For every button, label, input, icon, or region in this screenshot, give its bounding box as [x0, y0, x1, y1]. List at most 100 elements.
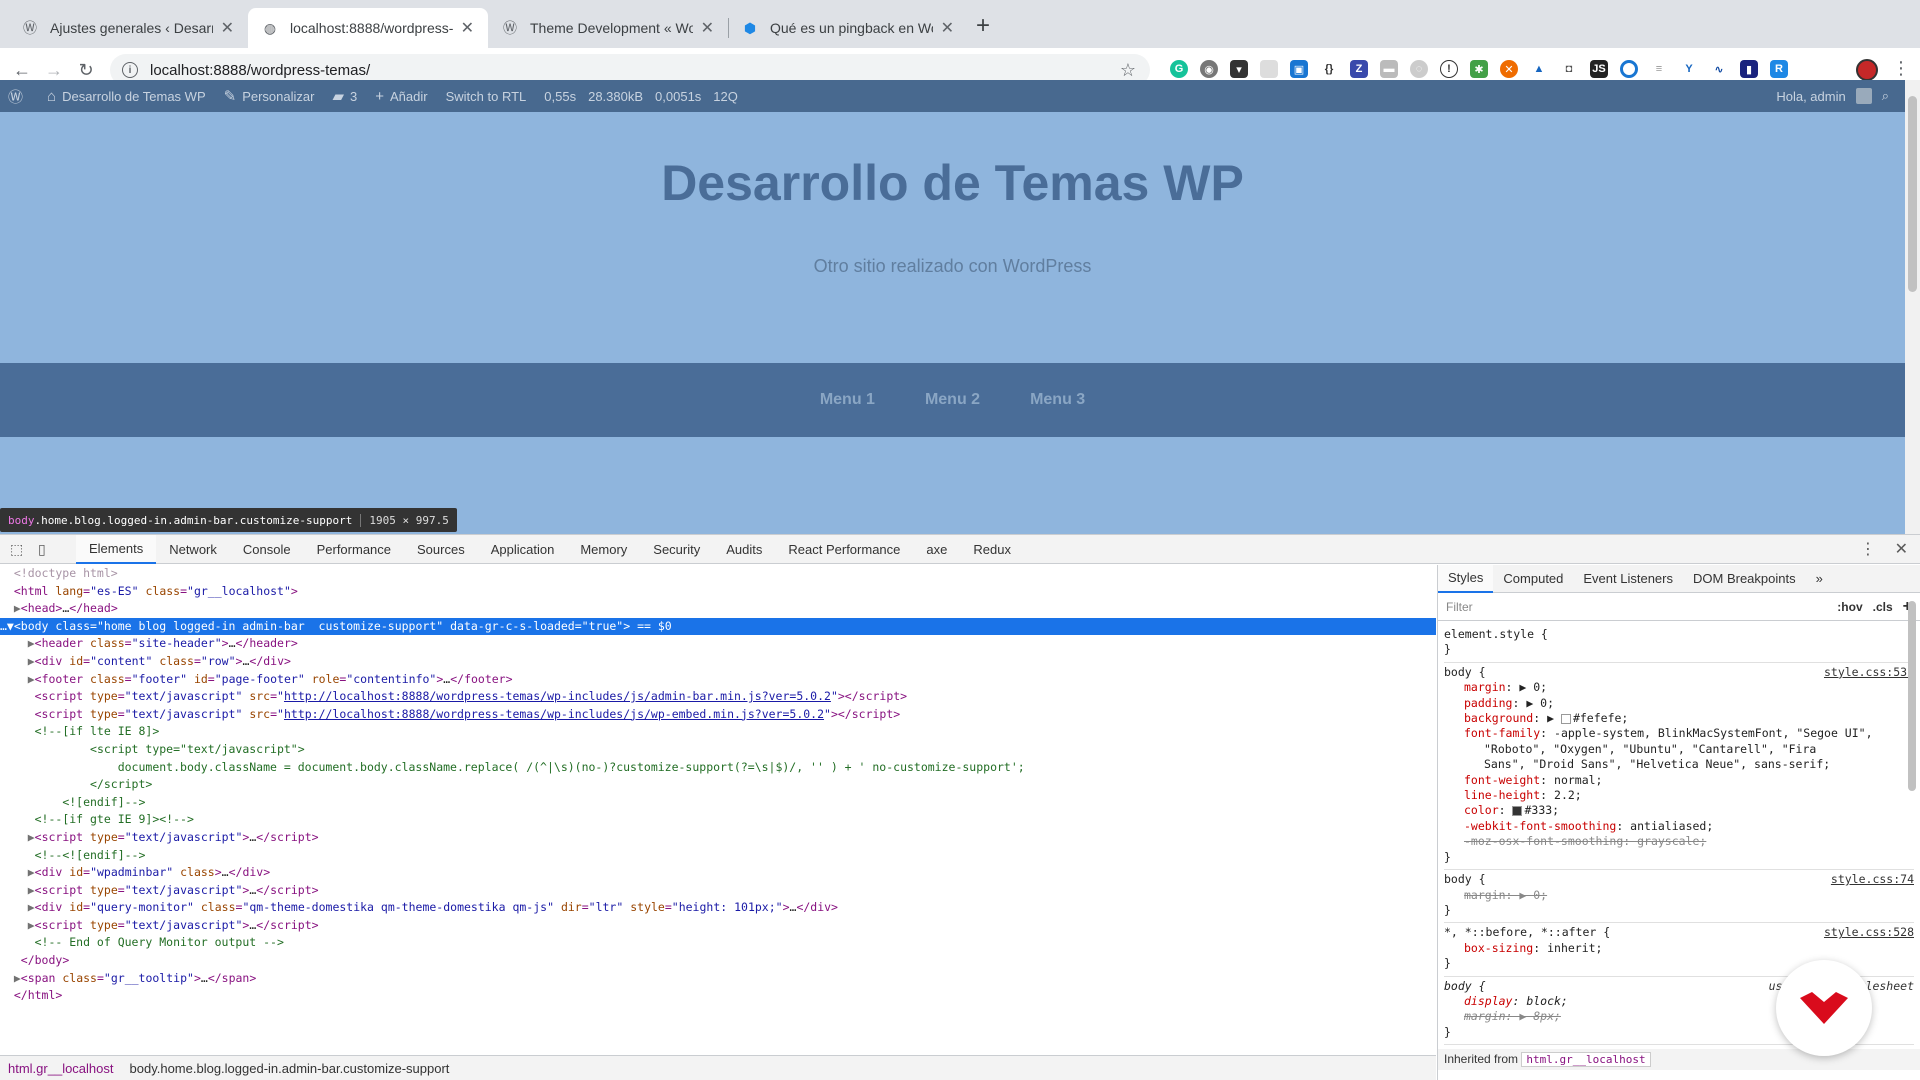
- qm-memory[interactable]: 28.380kB: [588, 89, 643, 104]
- more-tabs-icon[interactable]: »: [1806, 565, 1833, 593]
- close-icon[interactable]: ✕: [461, 18, 474, 38]
- breadcrumb-html[interactable]: html.gr__localhost: [0, 1061, 122, 1076]
- devtools-close-icon[interactable]: ✕: [1895, 539, 1908, 559]
- tab-performance[interactable]: Performance: [304, 535, 404, 564]
- admin-bar-add-new[interactable]: + Añadir: [375, 88, 427, 105]
- dom-node[interactable]: <script type="text/javascript">: [0, 741, 1436, 759]
- color-swatch[interactable]: [1560, 713, 1571, 724]
- extension-icon[interactable]: Y: [1680, 60, 1698, 78]
- admin-greeting[interactable]: Hola, admin: [1776, 89, 1845, 104]
- css-rule[interactable]: body {style.css:532 margin: ▶ 0; padding…: [1444, 663, 1914, 871]
- cls-button[interactable]: .cls: [1873, 600, 1893, 614]
- dom-node[interactable]: ▶<script type="text/javascript">…</scrip…: [0, 882, 1436, 900]
- close-icon[interactable]: ✕: [701, 18, 714, 38]
- close-icon[interactable]: ✕: [221, 18, 234, 38]
- extension-icon[interactable]: JS: [1590, 60, 1608, 78]
- dom-node[interactable]: <script type="text/javascript" src="http…: [0, 688, 1436, 706]
- tab-axe[interactable]: axe: [913, 535, 960, 564]
- dom-node[interactable]: <!--[if lte IE 8]>: [0, 723, 1436, 741]
- extension-icon[interactable]: [1260, 60, 1278, 78]
- tab-computed[interactable]: Computed: [1493, 565, 1573, 593]
- dom-node[interactable]: document.body.className = document.body.…: [0, 759, 1436, 777]
- extension-icon[interactable]: [1620, 60, 1638, 78]
- extension-icon[interactable]: ◌: [1410, 60, 1428, 78]
- page-scrollbar[interactable]: [1905, 80, 1920, 534]
- dom-node[interactable]: ▶<header class="site-header">…</header>: [0, 635, 1436, 653]
- tab-styles[interactable]: Styles: [1438, 565, 1494, 593]
- tab-dom-breakpoints[interactable]: DOM Breakpoints: [1683, 565, 1806, 593]
- menu-item-3[interactable]: Menu 3: [1030, 391, 1085, 409]
- dom-node[interactable]: <html lang="es-ES" class="gr__localhost"…: [0, 583, 1436, 601]
- tab-application[interactable]: Application: [478, 535, 568, 564]
- inherited-tag-pill[interactable]: html.gr__localhost: [1521, 1052, 1651, 1068]
- styles-scrollbar[interactable]: [1908, 595, 1918, 1051]
- close-icon[interactable]: ✕: [941, 18, 954, 38]
- tab-security[interactable]: Security: [640, 535, 713, 564]
- tab-audits[interactable]: Audits: [713, 535, 775, 564]
- tab-network[interactable]: Network: [156, 535, 230, 564]
- css-rule[interactable]: element.style { }: [1444, 625, 1914, 663]
- color-swatch[interactable]: [1512, 805, 1523, 816]
- pocket-extension-icon[interactable]: ▾: [1230, 60, 1248, 78]
- profile-avatar[interactable]: [1856, 59, 1878, 81]
- browser-tab-theme-dev[interactable]: Ⓦ Theme Development « WordPr ✕: [488, 8, 728, 48]
- extension-icon[interactable]: ∿: [1710, 60, 1728, 78]
- browser-tab-pingback[interactable]: ⬢ Qué es un pingback en Wordp ✕: [728, 8, 968, 48]
- dom-node[interactable]: ▶<footer class="footer" id="page-footer"…: [0, 671, 1436, 689]
- scrollbar-thumb[interactable]: [1908, 96, 1917, 292]
- dom-node[interactable]: <!-- End of Query Monitor output -->: [0, 934, 1436, 952]
- extension-icon[interactable]: ▲: [1530, 60, 1548, 78]
- menu-item-2[interactable]: Menu 2: [925, 391, 980, 409]
- admin-bar-rtl[interactable]: Switch to RTL: [446, 89, 527, 104]
- dom-node[interactable]: <!doctype html>: [0, 565, 1436, 583]
- rule-source-link[interactable]: style.css:528: [1824, 925, 1914, 940]
- admin-bar-customize[interactable]: ✎ Personalizar: [224, 87, 315, 105]
- dom-node[interactable]: <!--<![endif]-->: [0, 847, 1436, 865]
- tab-memory[interactable]: Memory: [567, 535, 640, 564]
- dom-node[interactable]: ▶<script type="text/javascript">…</scrip…: [0, 917, 1436, 935]
- qm-time[interactable]: 0,55s: [544, 89, 576, 104]
- dom-node[interactable]: <script type="text/javascript" src="http…: [0, 706, 1436, 724]
- star-icon[interactable]: ☆: [1120, 60, 1136, 81]
- filter-input[interactable]: Filter: [1446, 600, 1827, 614]
- json-extension-icon[interactable]: {}: [1320, 60, 1338, 78]
- dom-node[interactable]: ▶<div id="content" class="row">…</div>: [0, 653, 1436, 671]
- dom-node[interactable]: ▶<span class="gr__tooltip">…</span>: [0, 970, 1436, 988]
- tab-console[interactable]: Console: [230, 535, 304, 564]
- elements-dom-tree[interactable]: <!doctype html> <html lang="es-ES" class…: [0, 565, 1436, 1051]
- extension-icon[interactable]: ≡: [1650, 60, 1668, 78]
- breadcrumb-body[interactable]: body.home.blog.logged-in.admin-bar.custo…: [122, 1061, 458, 1076]
- new-tab-button[interactable]: +: [976, 12, 990, 40]
- menu-item-1[interactable]: Menu 1: [820, 391, 875, 409]
- extension-icon[interactable]: ▣: [1290, 60, 1308, 78]
- devtools-menu-icon[interactable]: ⋮: [1860, 539, 1876, 559]
- wordpress-logo-icon[interactable]: Ⓦ: [8, 86, 29, 107]
- admin-bar-comments[interactable]: ▰ 3: [332, 87, 357, 105]
- qm-queries[interactable]: 12Q: [713, 89, 738, 104]
- rule-source-link[interactable]: style.css:74: [1831, 872, 1914, 887]
- extension-icon[interactable]: ◉: [1200, 60, 1218, 78]
- dom-node[interactable]: ▶<head>…</head>: [0, 600, 1436, 618]
- device-toolbar-icon[interactable]: ▯: [38, 541, 56, 558]
- site-title[interactable]: Desarrollo de Temas WP: [0, 154, 1905, 212]
- admin-bar-site-name[interactable]: ⌂ Desarrollo de Temas WP: [47, 88, 206, 105]
- dom-node[interactable]: </body>: [0, 952, 1436, 970]
- dom-node[interactable]: <![endif]-->: [0, 794, 1436, 812]
- tab-elements[interactable]: Elements: [76, 534, 157, 564]
- extension-icon[interactable]: ✱: [1470, 60, 1488, 78]
- dom-node[interactable]: </script>: [0, 776, 1436, 794]
- scrollbar-thumb[interactable]: [1908, 601, 1916, 791]
- dom-node[interactable]: ▶<script type="text/javascript">…</scrip…: [0, 829, 1436, 847]
- tab-react-performance[interactable]: React Performance: [775, 535, 913, 564]
- dom-node-selected[interactable]: …▼<body class="home blog logged-in admin…: [0, 617, 1436, 636]
- search-icon[interactable]: ⌕: [1882, 88, 1889, 104]
- rule-source-link[interactable]: style.css:532: [1824, 665, 1914, 680]
- avatar[interactable]: [1855, 88, 1872, 104]
- menu-kebab-icon[interactable]: ⋮: [1892, 58, 1910, 79]
- grammarly-extension-icon[interactable]: G: [1170, 60, 1188, 78]
- dom-node[interactable]: </html>: [0, 987, 1436, 1005]
- extension-icon[interactable]: ▮: [1740, 60, 1758, 78]
- url-text[interactable]: localhost:8888/wordpress-temas/: [150, 62, 1120, 79]
- extension-icon[interactable]: ▬: [1380, 60, 1398, 78]
- hov-button[interactable]: :hov: [1837, 600, 1862, 614]
